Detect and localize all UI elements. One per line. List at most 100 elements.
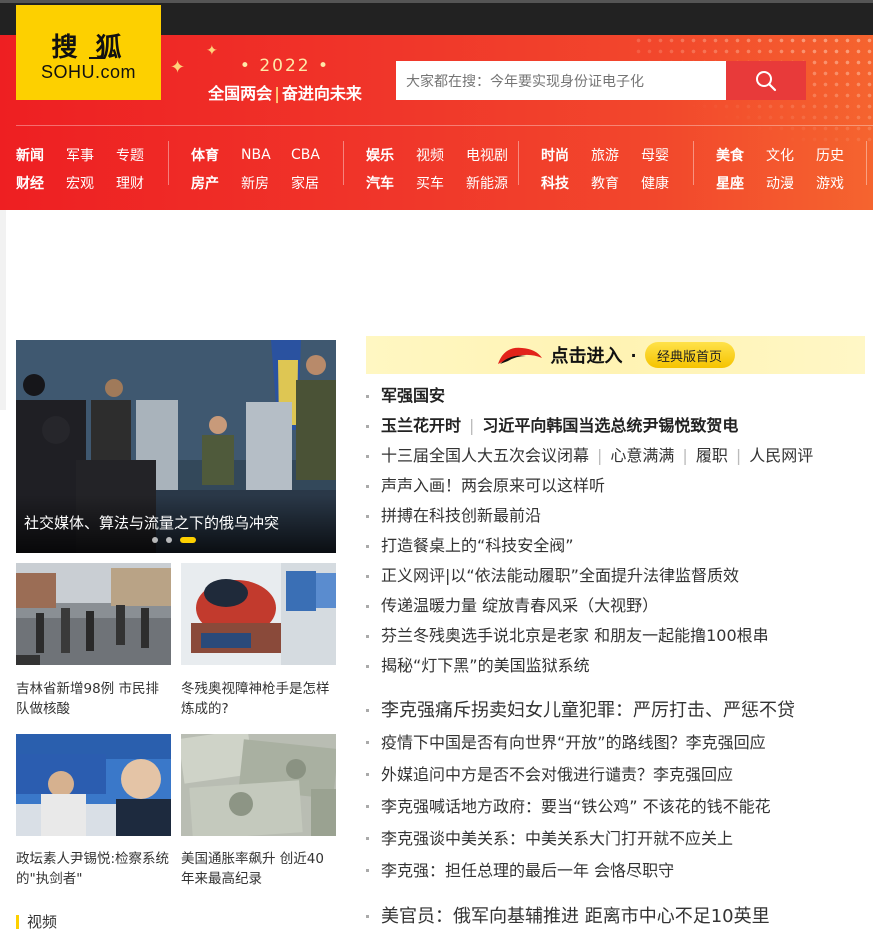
nav-group-news: 新闻 军事 专题 财经 宏观 理财 — [16, 141, 166, 197]
nav-link[interactable]: 理财 — [116, 173, 166, 193]
news-link[interactable]: 十三届全国人大五次会议闭幕 — [381, 446, 589, 465]
hero-caption[interactable]: 社交媒体、算法与流量之下的俄乌冲突 — [24, 512, 279, 533]
nav-link[interactable]: 文化 — [766, 145, 816, 165]
nav-link[interactable]: 新闻 — [16, 145, 66, 165]
classic-homepage-button[interactable]: 经典版首页 — [644, 342, 735, 368]
carousel-dot-active[interactable] — [180, 537, 196, 543]
sohu-logo[interactable]: 搜狐 SOHU.com — [16, 5, 161, 100]
nav-link[interactable]: 买车 — [416, 173, 466, 193]
news-item[interactable]: 芬兰冬残奥选手说北京是老家 和朋友一起能撸100根串 — [366, 621, 866, 651]
nav-link[interactable]: NBA — [241, 147, 291, 163]
news-link[interactable]: 履职 — [696, 446, 728, 465]
nav-link[interactable]: 科技 — [541, 173, 591, 193]
nav-link[interactable]: 宏观 — [66, 173, 116, 193]
dollar-bills-photo — [181, 734, 336, 836]
nav-link[interactable]: 体育 — [191, 145, 241, 165]
nav-link[interactable]: 军事 — [66, 145, 116, 165]
news-item[interactable]: 李克强痛斥拐卖妇女儿童犯罪：严厉打击、严惩不贷 — [366, 695, 866, 727]
nav-link[interactable]: 时尚 — [541, 145, 591, 165]
nav-link[interactable]: 专题 — [116, 145, 166, 165]
nav-link[interactable]: 历史 — [816, 145, 866, 165]
news-link[interactable]: 美官员：俄军向基辅推进 距离市中心不足10英里 — [381, 906, 770, 927]
news-link[interactable]: 李克强痛斥拐卖妇女儿童犯罪：严厉打击、严惩不贷 — [381, 700, 795, 721]
news-link[interactable]: 心意满满 — [610, 446, 674, 465]
nav-link[interactable]: 旅游 — [591, 145, 641, 165]
news-link[interactable]: 声声入画！两会原来可以这样听 — [381, 476, 605, 495]
news-thumbnail[interactable] — [16, 563, 171, 665]
news-item[interactable]: 传递温暖力量 绽放青春风采（大视野） — [366, 591, 866, 621]
news-link[interactable]: 揭秘“灯下黑”的美国监狱系统 — [381, 656, 590, 675]
nav-link[interactable]: 汽车 — [366, 173, 416, 193]
video-section-title[interactable]: 视频 — [16, 911, 57, 932]
thumbnail-caption[interactable]: 美国通胀率飙升 创近40年来最高纪录 — [181, 849, 336, 889]
news-thumbnail[interactable] — [16, 734, 171, 836]
news-item[interactable]: 李克强谈中美关系：中美关系大门打开就不应关上 — [366, 823, 866, 855]
nav-link[interactable]: 动漫 — [766, 173, 816, 193]
news-item[interactable]: 声声入画！两会原来可以这样听 — [366, 471, 866, 501]
nav-link[interactable]: 新能源 — [466, 173, 516, 193]
thumbnail-caption[interactable]: 吉林省新增98例 市民排队做核酸 — [16, 679, 171, 719]
news-item[interactable]: 疫情下中国是否有向世界“开放”的路线图？李克强回应 — [366, 727, 866, 759]
carousel-dot[interactable] — [166, 537, 172, 543]
news-item[interactable]: 玉兰花开时 | 习近平向韩国当选总统尹锡悦致贺电 — [366, 411, 866, 441]
premier-news-list: 李克强痛斥拐卖妇女儿童犯罪：严厉打击、严惩不贷 疫情下中国是否有向世界“开放”的… — [366, 695, 866, 887]
news-link[interactable]: 习近平向韩国当选总统尹锡悦致贺电 — [482, 416, 738, 435]
news-item[interactable]: 打造餐桌上的“科技安全阀” — [366, 531, 866, 561]
news-link[interactable]: 玉兰花开时 — [381, 416, 461, 435]
nav-row: 体育 NBA CBA — [191, 141, 341, 169]
news-link[interactable]: 军强国安 — [381, 386, 445, 405]
nav-link[interactable]: 美食 — [716, 145, 766, 165]
nav-link[interactable]: 新房 — [241, 173, 291, 193]
nav-link[interactable]: 母婴 — [641, 145, 691, 165]
nav-link[interactable]: 财经 — [16, 173, 66, 193]
nav-row: 新闻 军事 专题 — [16, 141, 166, 169]
news-item[interactable]: 美官员：俄军向基辅推进 距离市中心不足10英里 — [366, 901, 866, 933]
news-thumbnail[interactable] — [181, 563, 336, 665]
news-item[interactable]: 李克强喊话地方政府：要当“铁公鸡” 不该花的钱不能花 — [366, 791, 866, 823]
nav-row: 星座 动漫 游戏 — [716, 169, 866, 197]
news-link[interactable]: 李克强：担任总理的最后一年 会恪尽职守 — [381, 861, 674, 880]
nav-link[interactable]: 电视剧 — [466, 145, 516, 165]
news-link[interactable]: 拼搏在科技创新最前沿 — [381, 506, 541, 525]
nav-link[interactable]: 星座 — [716, 173, 766, 193]
news-link[interactable]: 人民网评 — [749, 446, 813, 465]
news-link[interactable]: 李克强喊话地方政府：要当“铁公鸡” 不该花的钱不能花 — [381, 797, 771, 816]
news-item[interactable]: 外媒追问中方是否不会对俄进行谴责？李克强回应 — [366, 759, 866, 791]
nav-link[interactable]: 健康 — [641, 173, 691, 193]
nav-link[interactable]: 游戏 — [816, 173, 866, 193]
logo-en-text: SOHU.com — [40, 62, 136, 82]
nav-link[interactable]: 视频 — [416, 145, 466, 165]
news-item[interactable]: 军强国安 — [366, 381, 866, 411]
nav-link[interactable]: 房产 — [191, 173, 241, 193]
nav-link[interactable]: CBA — [291, 147, 341, 163]
news-link[interactable]: 传递温暖力量 绽放青春风采（大视野） — [381, 596, 658, 615]
slogan-year: • 2022 • — [239, 56, 331, 76]
news-item[interactable]: 十三届全国人大五次会议闭幕 | 心意满满 | 履职 | 人民网评 — [366, 441, 866, 471]
news-link[interactable]: 李克强谈中美关系：中美关系大门打开就不应关上 — [381, 829, 733, 848]
news-link[interactable]: 打造餐桌上的“科技安全阀” — [381, 536, 574, 555]
news-link[interactable]: 正义网评|以“依法能动履职”全面提升法律监督质效 — [381, 566, 739, 585]
news-link[interactable]: 外媒追问中方是否不会对俄进行谴责？李克强回应 — [381, 765, 733, 784]
news-link[interactable]: 芬兰冬残奥选手说北京是老家 和朋友一起能撸100根串 — [381, 626, 769, 645]
section-marker — [16, 914, 19, 929]
search-input[interactable] — [396, 61, 726, 100]
nav-row: 财经 宏观 理财 — [16, 169, 166, 197]
thumbnail-caption[interactable]: 政坛素人尹锡悦:检察系统的"执剑者" — [16, 849, 171, 889]
news-item[interactable]: 李克强：担任总理的最后一年 会恪尽职守 — [366, 855, 866, 887]
news-item[interactable]: 拼搏在科技创新最前沿 — [366, 501, 866, 531]
search-button[interactable] — [726, 61, 806, 100]
nav-link[interactable]: 娱乐 — [366, 145, 416, 165]
news-item[interactable]: 揭秘“灯下黑”的美国监狱系统 — [366, 651, 866, 681]
classic-version-banner[interactable]: 点击进入 · 经典版首页 — [366, 336, 865, 374]
news-link[interactable]: 疫情下中国是否有向世界“开放”的路线图？李克强回应 — [381, 733, 766, 752]
carousel-dot[interactable] — [152, 537, 158, 543]
hero-carousel[interactable]: 社交媒体、算法与流量之下的俄乌冲突 — [16, 340, 336, 553]
nav-group-entertainment: 娱乐 视频 电视剧 汽车 买车 新能源 — [366, 141, 516, 197]
news-item[interactable]: 正义网评|以“依法能动履职”全面提升法律监督质效 — [366, 561, 866, 591]
news-thumbnail[interactable] — [181, 734, 336, 836]
nav-link[interactable]: 教育 — [591, 173, 641, 193]
paralympic-shooter-photo — [181, 563, 336, 665]
red-fan-icon — [498, 347, 543, 364]
thumbnail-caption[interactable]: 冬残奥视障神枪手是怎样炼成的? — [181, 679, 336, 719]
nav-link[interactable]: 家居 — [291, 173, 341, 193]
